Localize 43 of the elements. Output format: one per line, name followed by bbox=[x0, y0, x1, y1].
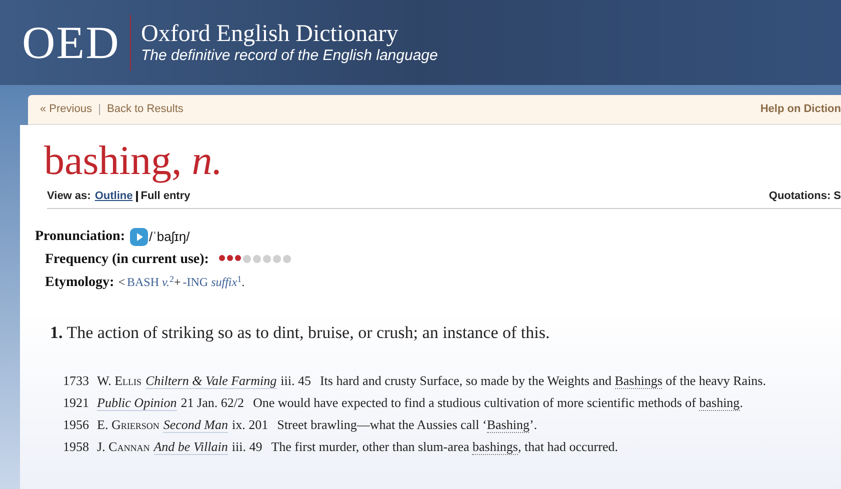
nav-link[interactable]: « Previous bbox=[40, 101, 92, 118]
quotation-text: One would have expected to find a studious cultivation of more scientific methods of bashing. bbox=[253, 394, 743, 412]
help-link[interactable]: Help on Diction bbox=[760, 101, 841, 118]
site-title: Oxford English Dictionary bbox=[141, 20, 400, 46]
quotation-reference: ix. 201 bbox=[232, 416, 268, 434]
quotation-author: J. Cannan bbox=[97, 438, 150, 456]
quotation-text: Street brawling—what the Aussies call ‘Bashing’. bbox=[277, 416, 538, 434]
quotation-year: 1958 bbox=[63, 438, 89, 456]
site-logo[interactable]: OED bbox=[22, 20, 120, 66]
quotation-reference: 21 Jan. 62/2 bbox=[180, 394, 244, 412]
quotation-title[interactable]: Public Opinion bbox=[97, 394, 177, 410]
etymology-label: Etymology: bbox=[45, 274, 114, 292]
etymology-link[interactable]: -ING suffix$^{1}$ bbox=[182, 273, 242, 291]
site-tagline: The definitive record of the English language bbox=[141, 46, 438, 64]
sense-definition: The action of striking so as to dint, bruise, or crush; an instance of this. bbox=[66, 322, 550, 344]
view-option[interactable]: Outline bbox=[94, 188, 133, 205]
etymology-link[interactable]: BASH v.$^{2}$ bbox=[127, 273, 174, 291]
quotation-author: E. Grierson bbox=[97, 416, 160, 434]
quotation-author: W. Ellis bbox=[97, 372, 142, 390]
play-icon[interactable] bbox=[130, 228, 148, 246]
etymology-text: + bbox=[174, 274, 181, 291]
etymology-text: . bbox=[242, 274, 245, 291]
sense-number: 1. bbox=[50, 322, 63, 344]
nav-link[interactable]: Back to Results bbox=[106, 101, 184, 118]
headword: bashing, bbox=[44, 137, 182, 183]
quotation-year: 1956 bbox=[63, 416, 89, 434]
quotation-text: The first murder, other than slum-area bashings, that had occurred. bbox=[271, 438, 618, 456]
part-of-speech: n. bbox=[192, 137, 223, 183]
quotation-reference: iii. 45 bbox=[280, 372, 311, 390]
quotation-text: Its hard and crusty Surface, so made by the Weights and Bashings of the heavy Rains. bbox=[320, 372, 766, 390]
quotations-label: Quotations: S bbox=[768, 189, 841, 204]
view-as-label: View as: bbox=[47, 189, 91, 204]
quotation-year: 1733 bbox=[63, 372, 89, 390]
frequency-label: Frequency (in current use): bbox=[45, 250, 209, 268]
quotation-reference: iii. 49 bbox=[232, 438, 262, 456]
quotation-year: 1921 bbox=[63, 394, 89, 412]
etymology-prefix: < bbox=[118, 274, 125, 291]
quotation-title[interactable]: And be Villain bbox=[154, 438, 228, 454]
pronunciation-label: Pronunciation: bbox=[35, 228, 125, 246]
quotation-title[interactable]: Second Man bbox=[163, 416, 228, 432]
pronunciation-ipa: /ˈbaʃɪŋ/ bbox=[148, 228, 190, 246]
view-option[interactable]: Full entry bbox=[140, 188, 190, 205]
quotation-title[interactable]: Chiltern & Vale Farming bbox=[146, 372, 277, 388]
